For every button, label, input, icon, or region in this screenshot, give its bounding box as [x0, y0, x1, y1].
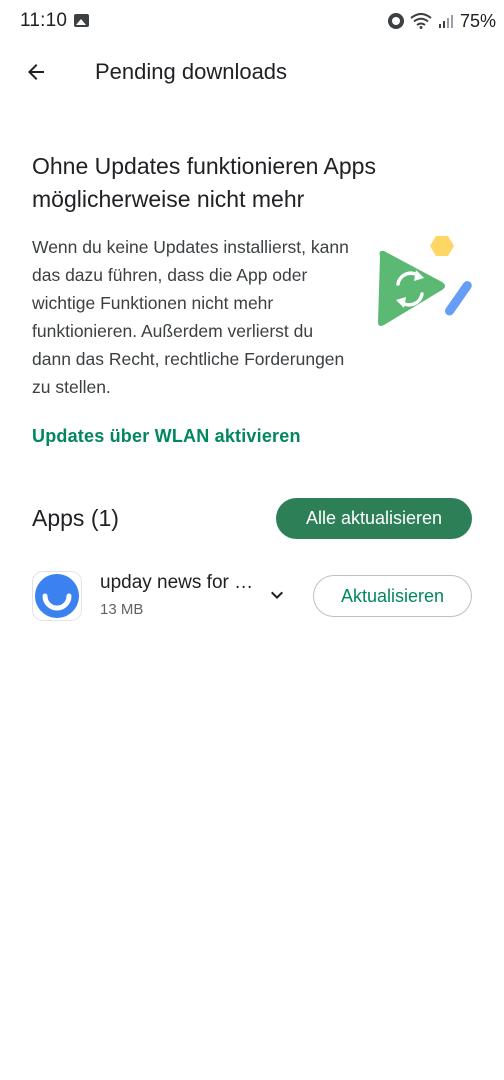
update-app-button[interactable]: Aktualisieren — [313, 575, 472, 617]
wifi-icon — [410, 13, 432, 29]
app-size: 13 MB — [100, 601, 144, 618]
chevron-down-icon — [271, 591, 283, 599]
app-list-item[interactable]: upday news for Samsung 13 MB Aktualisier… — [0, 560, 504, 632]
back-button[interactable] — [14, 50, 58, 94]
alarm-icon — [387, 13, 404, 29]
status-bar: 11:10 75% — [0, 0, 504, 44]
battery-level: 75% — [459, 10, 496, 31]
page-title: Pending downloads — [95, 59, 288, 84]
enable-wifi-updates-link[interactable]: Updates über WLAN aktivieren — [32, 426, 301, 447]
app-bar: Pending downloads — [0, 44, 504, 100]
upday-app-icon — [33, 572, 81, 620]
apps-heading: Apps (1) — [32, 505, 119, 531]
app-name: upday news for Samsung — [100, 572, 256, 593]
expand-button[interactable] — [260, 578, 294, 612]
update-all-button[interactable]: Alle aktualisieren — [276, 498, 472, 539]
update-illustration-icon — [378, 236, 472, 326]
status-icons: 75% — [387, 9, 496, 33]
signal-icon — [438, 15, 453, 28]
warning-body: Wenn du keine Updates installierst, kann… — [32, 237, 349, 397]
arrow-back-icon — [28, 64, 44, 80]
gallery-icon — [74, 14, 89, 27]
warning-headline: Ohne Updates funktionieren Apps mögliche… — [32, 153, 376, 212]
status-time: 11:10 — [20, 10, 68, 31]
